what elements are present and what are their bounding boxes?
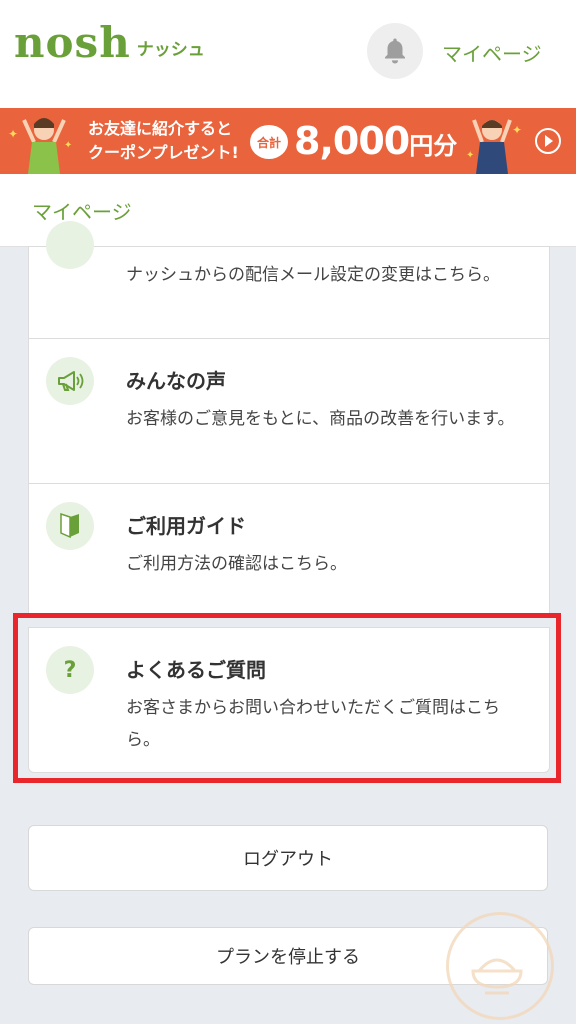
app-header: nosh ナッシュ マイページ bbox=[0, 0, 576, 108]
svg-text:✦: ✦ bbox=[8, 127, 18, 141]
watermark-logo bbox=[446, 912, 554, 1020]
amount-value: 8,000 bbox=[294, 119, 410, 163]
highlight-box bbox=[13, 613, 561, 783]
banner-line-2: クーポンプレゼント! bbox=[88, 143, 239, 162]
menu-item-title: みんなの声 bbox=[126, 369, 226, 393]
amount-unit: 円分 bbox=[409, 132, 458, 160]
total-badge: 合計 bbox=[250, 125, 288, 159]
logo-wordmark: nosh bbox=[14, 18, 131, 67]
beginner-mark-icon bbox=[46, 502, 94, 550]
person-left-illustration: ✦ ✦ bbox=[8, 118, 72, 174]
notification-button[interactable] bbox=[367, 23, 423, 79]
svg-text:✦: ✦ bbox=[64, 140, 72, 151]
menu-item-title: ご利用ガイド bbox=[126, 514, 246, 538]
banner-line-1: お友達に紹介すると bbox=[88, 119, 233, 138]
play-icon[interactable] bbox=[534, 127, 562, 155]
menu-item-desc: お客様のご意見をもとに、商品の改善を行います。 bbox=[126, 409, 515, 429]
menu-item-usage-guide[interactable]: ご利用ガイド ご利用方法の確認はこちら。 bbox=[28, 483, 550, 615]
svg-text:✦: ✦ bbox=[466, 150, 474, 161]
banner-message: お友達に紹介すると クーポンプレゼント! bbox=[88, 117, 239, 165]
person-right-illustration: ✦ ✦ bbox=[466, 119, 522, 174]
nosh-logo[interactable]: nosh ナッシュ bbox=[14, 22, 205, 64]
menu-item-customer-voice[interactable]: みんなの声 お客様のご意見をもとに、商品の改善を行います。 bbox=[28, 338, 550, 485]
mypage-link[interactable]: マイページ bbox=[442, 38, 542, 67]
logo-katakana: ナッシュ bbox=[136, 40, 205, 60]
menu-item-desc: ご利用方法の確認はこちら。 bbox=[126, 554, 347, 574]
megaphone-icon bbox=[46, 357, 94, 405]
mail-settings-icon bbox=[46, 221, 94, 269]
banner-amount: 8,000円分 bbox=[294, 119, 457, 168]
breadcrumb-mypage[interactable]: マイページ bbox=[32, 196, 132, 225]
svg-text:✦: ✦ bbox=[512, 123, 522, 137]
logout-button[interactable]: ログアウト bbox=[28, 825, 548, 891]
bell-icon bbox=[385, 38, 405, 64]
menu-item-desc: ナッシュからの配信メール設定の変更はこちら。 bbox=[126, 265, 500, 285]
referral-banner[interactable]: ✦ ✦ お友達に紹介すると クーポンプレゼント! 合計 8,000円分 ✦ ✦ bbox=[0, 108, 576, 174]
menu-item-mail-settings[interactable]: ナッシュからの配信メール設定の変更はこちら。 bbox=[28, 221, 550, 340]
